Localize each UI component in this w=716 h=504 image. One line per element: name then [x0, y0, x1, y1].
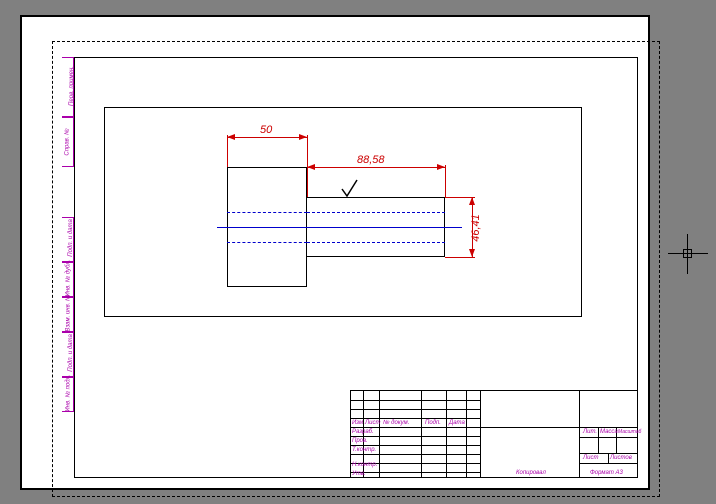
side-label-5: Взам. инв. №	[66, 294, 72, 331]
hidden-line	[307, 242, 445, 243]
paper-sheet: Перв. примен. Справ. № Подп. и дата Инв.…	[20, 15, 650, 490]
tb-data: Дата	[449, 420, 465, 426]
side-label-1: Перв. примен.	[69, 66, 75, 106]
tb-tkontr: Т.контр.	[352, 447, 376, 453]
tb-lit: Лит.	[583, 429, 597, 435]
crosshair-cursor	[668, 234, 708, 274]
dim-ext	[445, 257, 475, 258]
dim-ext	[445, 165, 446, 197]
arrow-icon	[299, 134, 307, 140]
dim-line-88	[307, 167, 445, 168]
arrow-icon	[469, 197, 475, 205]
dim-ext	[307, 135, 308, 167]
title-block-middle: Копировал	[481, 391, 581, 477]
dim-value-50: 50	[260, 124, 272, 136]
tb-list: Лист	[365, 420, 380, 426]
tb-list2: Лист	[583, 455, 598, 461]
dim-line-50	[227, 137, 307, 138]
arrow-icon	[227, 134, 235, 140]
tb-prov: Пров.	[352, 438, 368, 444]
title-block-right: Лит. Масса Масштаб Лист Листов Формат А3	[579, 391, 637, 477]
tb-ndokum: № докум.	[383, 420, 409, 426]
centerline	[217, 227, 462, 228]
arrow-icon	[437, 164, 445, 170]
dim-value-46: 46,41	[470, 214, 482, 242]
side-label-3: Подп. и дата	[68, 219, 74, 257]
side-label-6: Подп. и дата	[68, 334, 74, 372]
tb-format: Формат А3	[590, 470, 623, 476]
tb-izm: Изм	[352, 420, 363, 426]
hidden-line	[307, 212, 445, 213]
tb-podp: Подп.	[425, 420, 441, 426]
side-label-2: Справ. №	[65, 128, 71, 155]
tb-listov: Листов	[610, 455, 632, 461]
arrow-icon	[469, 249, 475, 257]
dim-value-88: 88,58	[357, 154, 385, 166]
tb-kopiroval: Копировал	[516, 470, 546, 476]
tb-razrab: Разраб.	[352, 429, 374, 435]
title-block-left: Изм Лист № докум. Подп. Дата Разраб. Про…	[351, 391, 481, 477]
title-block: Изм Лист № докум. Подп. Дата Разраб. Про…	[350, 390, 638, 478]
side-label-7: Инв. № подл.	[66, 374, 72, 411]
hidden-line	[227, 242, 307, 243]
tb-nkontr: Н.контр.	[352, 462, 377, 468]
surface-finish-icon	[340, 179, 360, 197]
hidden-line	[227, 212, 307, 213]
tb-massa: Масса	[600, 429, 618, 435]
tb-utv: Утв.	[352, 471, 366, 477]
side-label-4: Инв. № дубл.	[65, 260, 71, 297]
tb-masshtab: Масштаб	[618, 429, 641, 435]
arrow-icon	[307, 164, 315, 170]
